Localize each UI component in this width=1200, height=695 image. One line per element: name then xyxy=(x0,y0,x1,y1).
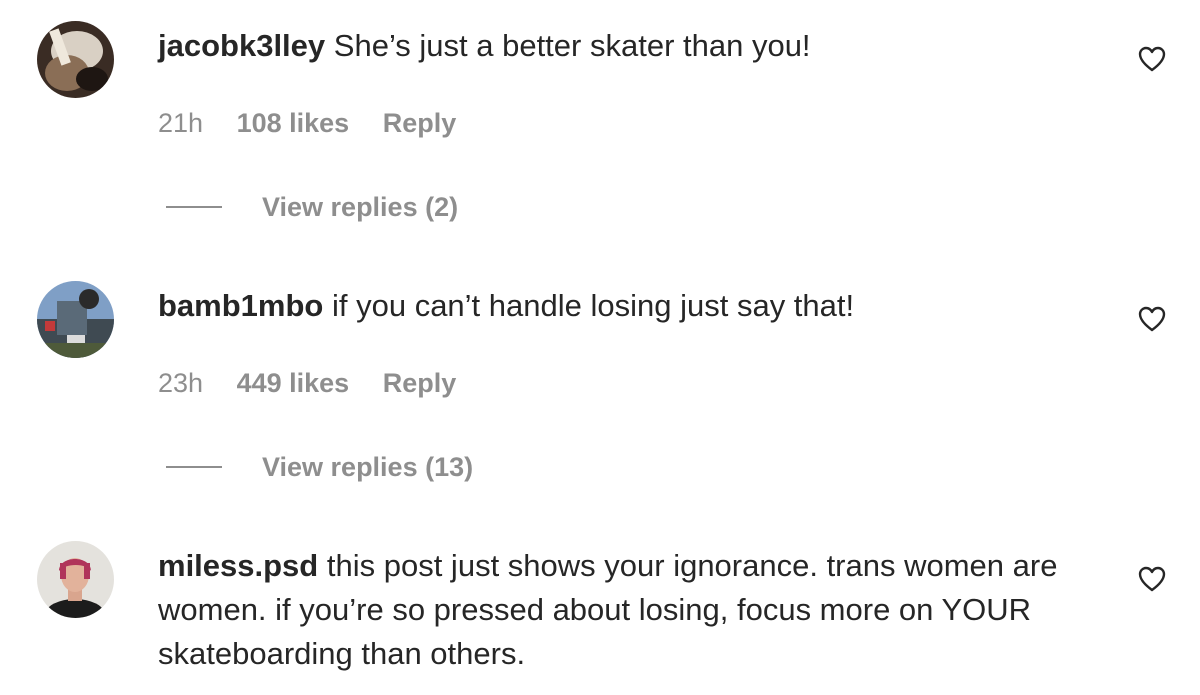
view-replies-row[interactable]: View replies (13) xyxy=(166,450,473,484)
comment-time: 23h xyxy=(158,368,204,398)
heart-outline-icon[interactable] xyxy=(1138,46,1166,72)
heart-outline-icon[interactable] xyxy=(1138,306,1166,332)
replies-divider xyxy=(166,465,222,468)
comment-text: miless.psd this post just shows your ign… xyxy=(158,544,1108,676)
comment-meta: 23h 449 likes Reply xyxy=(158,366,482,400)
reply-button[interactable]: Reply xyxy=(383,108,457,138)
likes-count[interactable]: 449 likes xyxy=(237,368,350,398)
comment-meta: 21h 108 likes Reply xyxy=(158,106,482,140)
comment-username[interactable]: bamb1mbo xyxy=(158,288,323,323)
comment: bamb1mbo if you can’t handle losing just… xyxy=(0,260,1200,520)
comment-username[interactable]: miless.psd xyxy=(158,548,318,583)
comment: jacobk3lley She’s just a better skater t… xyxy=(0,0,1200,260)
comment-time: 21h xyxy=(158,108,204,138)
avatar[interactable] xyxy=(37,21,114,98)
replies-divider xyxy=(166,205,222,208)
comment-text: jacobk3lley She’s just a better skater t… xyxy=(158,24,1108,68)
heart-outline-icon[interactable] xyxy=(1138,566,1166,592)
avatar[interactable] xyxy=(37,281,114,358)
avatar[interactable] xyxy=(37,541,114,618)
comment-text: bamb1mbo if you can’t handle losing just… xyxy=(158,284,1108,328)
comment: miless.psd this post just shows your ign… xyxy=(0,520,1200,695)
view-replies-button[interactable]: View replies (13) xyxy=(262,452,473,482)
comment-username[interactable]: jacobk3lley xyxy=(158,28,325,63)
likes-count[interactable]: 108 likes xyxy=(237,108,350,138)
comment-body: if you can’t handle losing just say that… xyxy=(331,288,855,323)
reply-button[interactable]: Reply xyxy=(383,368,457,398)
view-replies-button[interactable]: View replies (2) xyxy=(262,192,458,222)
view-replies-row[interactable]: View replies (2) xyxy=(166,190,458,224)
comment-body: She’s just a better skater than you! xyxy=(333,28,811,63)
